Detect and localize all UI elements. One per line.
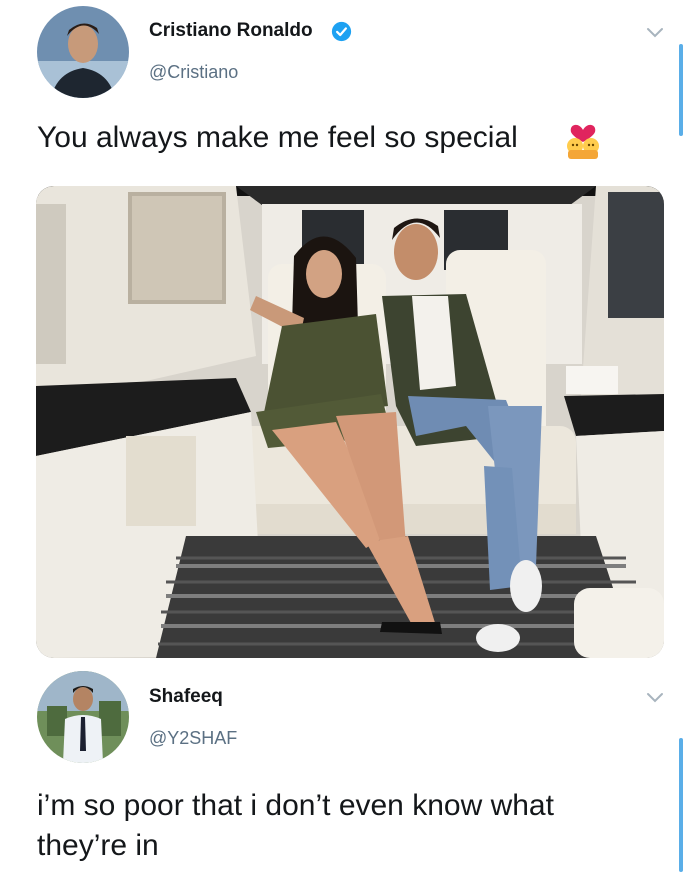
scrollbar[interactable] xyxy=(679,44,683,136)
tweet-photo[interactable] xyxy=(36,186,664,658)
tweet-text-content: You always make me feel so special xyxy=(37,121,518,154)
couple-with-heart-emoji xyxy=(567,124,599,159)
reply-author-name[interactable]: Shafeeq xyxy=(149,686,223,708)
reply-text-line-1: i’m so poor that i don’t even know what xyxy=(37,789,554,822)
author-avatar[interactable] xyxy=(37,6,129,98)
tweet-text: You always make me feel so special xyxy=(37,118,518,158)
reply-scrollbar[interactable] xyxy=(679,738,683,872)
reply-author-avatar[interactable] xyxy=(37,671,129,763)
chevron-down-icon[interactable] xyxy=(645,25,665,39)
verified-badge-icon xyxy=(331,21,352,42)
reply-text-line-2: they’re in xyxy=(37,829,159,862)
reply-author-handle[interactable]: @Y2SHAF xyxy=(149,728,237,749)
reply-text: i’m so poor that i don’t even know what … xyxy=(37,786,554,866)
author-name[interactable]: Cristiano Ronaldo xyxy=(149,20,313,42)
reply-chevron-down-icon[interactable] xyxy=(645,690,665,704)
author-handle[interactable]: @Cristiano xyxy=(149,62,238,83)
